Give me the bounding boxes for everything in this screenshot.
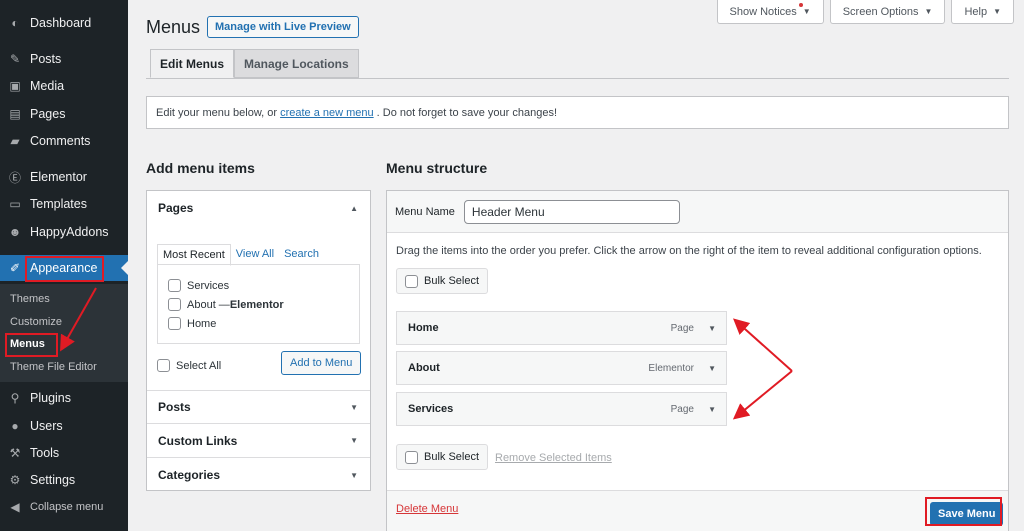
elementor-icon: Ⓔ bbox=[8, 170, 21, 185]
submenu-item-theme-file-editor[interactable]: Theme File Editor bbox=[0, 356, 128, 378]
sidebar-item-dashboard[interactable]: ◐ Dashboard bbox=[0, 10, 128, 36]
drag-instructions: Drag the items into the order you prefer… bbox=[396, 245, 982, 257]
caret-down-icon: ▼ bbox=[993, 7, 1001, 16]
pages-icon: ▤ bbox=[9, 107, 21, 121]
submenu-item-themes[interactable]: Themes bbox=[0, 288, 128, 310]
annotation-box-save bbox=[925, 497, 1002, 526]
page-checkbox[interactable] bbox=[168, 317, 181, 330]
menu-footer-bar: Delete Menu Save Menu bbox=[387, 490, 1008, 531]
list-item: About — Elementor bbox=[168, 295, 359, 314]
tab-edit-menus[interactable]: Edit Menus bbox=[150, 49, 235, 78]
caret-down-icon: ▼ bbox=[924, 7, 933, 16]
sidebar-item-pages[interactable]: ▤ Pages bbox=[0, 101, 128, 127]
sidebar-item-happyaddons[interactable]: ☻ HappyAddons bbox=[0, 219, 128, 245]
pages-accordion-header[interactable]: Pages ▲ bbox=[147, 191, 370, 225]
collapse-menu-button[interactable]: ◀ Collapse menu bbox=[0, 494, 128, 520]
remove-selected-link[interactable]: Remove Selected Items bbox=[495, 452, 612, 464]
submenu-item-customize[interactable]: Customize bbox=[0, 311, 128, 333]
dashboard-icon: ◐ bbox=[11, 16, 19, 30]
media-icon: ▣ bbox=[9, 79, 21, 93]
screen-meta-links: Show Notices ▼ Screen Options ▼ Help ▼ bbox=[716, 0, 1014, 24]
bulk-select-bottom[interactable]: Bulk Select bbox=[396, 444, 489, 470]
bulk-select-checkbox[interactable] bbox=[405, 274, 418, 288]
menu-name-input[interactable]: Header Menu bbox=[463, 199, 680, 224]
comment-icon: ▰ bbox=[10, 134, 20, 148]
screen-options-button[interactable]: Screen Options ▼ bbox=[829, 0, 946, 24]
caret-down-icon: ▼ bbox=[350, 470, 358, 480]
user-icon: ● bbox=[11, 419, 19, 433]
pin-icon: ✎ bbox=[9, 52, 21, 66]
add-menu-items-heading: Add menu items bbox=[146, 160, 255, 176]
settings-icon: ⚙ bbox=[9, 473, 21, 487]
edit-notice: Edit your menu below, or create a new me… bbox=[146, 96, 1009, 129]
tab-view-all[interactable]: View All bbox=[231, 244, 279, 266]
annotation-box-appearance bbox=[25, 256, 104, 282]
menu-name-bar: Menu Name Header Menu bbox=[387, 191, 1008, 233]
sidebar-item-posts[interactable]: ✎ Posts bbox=[0, 46, 128, 72]
menu-item-home[interactable]: Home Page ▼ bbox=[396, 311, 727, 345]
menu-structure-heading: Menu structure bbox=[386, 160, 488, 176]
page-checkbox[interactable] bbox=[168, 298, 181, 311]
select-all-checkbox[interactable] bbox=[157, 359, 170, 372]
sidebar-item-templates[interactable]: ▭ Templates bbox=[0, 191, 128, 217]
current-indicator bbox=[121, 261, 128, 275]
wrench-icon: ⚒ bbox=[9, 446, 21, 460]
collapse-icon: ◀ bbox=[10, 500, 20, 514]
tab-search[interactable]: Search bbox=[279, 244, 324, 266]
bulk-select-checkbox[interactable] bbox=[405, 450, 418, 464]
pages-tabs: Most Recent View All Search bbox=[157, 244, 324, 266]
caret-down-icon: ▼ bbox=[350, 436, 358, 445]
happy-icon: ☻ bbox=[8, 225, 22, 239]
sidebar-item-users[interactable]: ● Users bbox=[0, 413, 128, 439]
page-checkbox[interactable] bbox=[168, 279, 181, 292]
tab-divider bbox=[146, 78, 1009, 79]
custom-links-accordion-header[interactable]: Custom Links ▼ bbox=[147, 424, 370, 458]
sidebar-item-tools[interactable]: ⚒ Tools bbox=[0, 440, 128, 466]
caret-down-icon[interactable]: ▼ bbox=[708, 405, 716, 414]
posts-accordion-header[interactable]: Posts ▼ bbox=[147, 390, 370, 424]
tab-most-recent[interactable]: Most Recent bbox=[157, 244, 231, 266]
sidebar-item-settings[interactable]: ⚙ Settings bbox=[0, 467, 128, 493]
sidebar-item-plugins[interactable]: ⚲ Plugins bbox=[0, 385, 128, 411]
plugin-icon: ⚲ bbox=[10, 391, 20, 405]
caret-down-icon: ▼ bbox=[350, 402, 358, 412]
show-notices-button[interactable]: Show Notices ▼ bbox=[716, 0, 824, 24]
pages-checklist: Services About — Elementor Home bbox=[157, 264, 360, 344]
select-all: Select All bbox=[157, 356, 221, 375]
folder-icon: ▭ bbox=[9, 197, 21, 211]
sidebar-item-media[interactable]: ▣ Media bbox=[0, 73, 128, 99]
delete-menu-link[interactable]: Delete Menu bbox=[396, 503, 458, 515]
menu-structure-panel: Menu Name Header Menu Drag the items int… bbox=[386, 190, 1009, 531]
help-button[interactable]: Help ▼ bbox=[951, 0, 1014, 24]
live-preview-button[interactable]: Manage with Live Preview bbox=[207, 16, 359, 38]
tab-manage-locations[interactable]: Manage Locations bbox=[234, 49, 359, 78]
sidebar-item-comments[interactable]: ▰ Comments bbox=[0, 128, 128, 154]
list-item: Home bbox=[168, 314, 359, 333]
annotation-box-menus bbox=[5, 333, 58, 357]
caret-down-icon[interactable]: ▼ bbox=[708, 324, 716, 333]
add-to-menu-button[interactable]: Add to Menu bbox=[281, 351, 362, 375]
list-item: Services bbox=[168, 276, 359, 295]
menu-item-services[interactable]: Services Page ▼ bbox=[396, 392, 727, 426]
create-new-menu-link[interactable]: create a new menu bbox=[280, 107, 374, 119]
caret-down-icon: ▼ bbox=[802, 7, 811, 16]
sidebar-item-elementor[interactable]: Ⓔ Elementor bbox=[0, 164, 128, 190]
bulk-select-top[interactable]: Bulk Select bbox=[396, 268, 489, 294]
brush-icon: ✐ bbox=[9, 261, 21, 275]
menu-item-about[interactable]: About Elementor ▼ bbox=[396, 351, 727, 385]
caret-down-icon[interactable]: ▼ bbox=[708, 364, 716, 373]
caret-up-icon: ▲ bbox=[350, 203, 358, 213]
page-title: Menus bbox=[146, 17, 201, 37]
add-menu-items-panel: Pages ▲ Most Recent View All Search Servi… bbox=[146, 190, 371, 491]
notice-dot-icon bbox=[798, 3, 803, 7]
categories-accordion-header[interactable]: Categories ▼ bbox=[147, 458, 370, 492]
